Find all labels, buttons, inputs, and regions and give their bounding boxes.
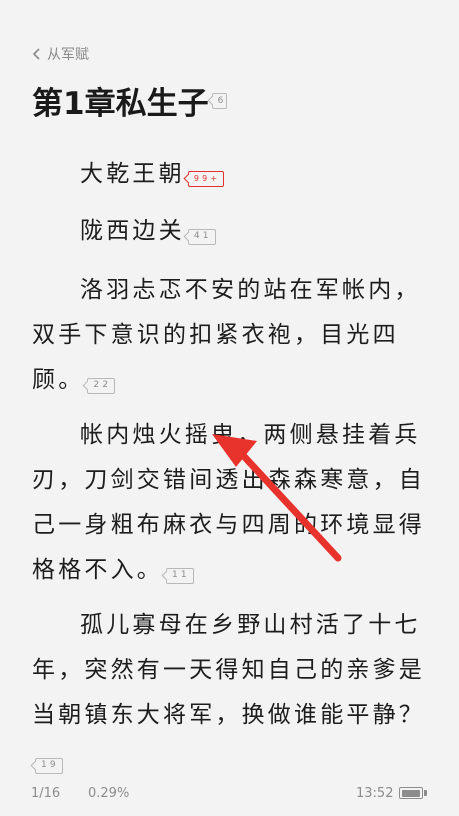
paragraph: 孤儿寡母在乡野山村活了十七年，突然有一天得知自己的亲爹是当朝镇东大将军，换做谁能… [32, 603, 432, 783]
battery-level [401, 789, 420, 797]
chapter-comment-badge[interactable]: 6 [211, 92, 228, 109]
paragraph-comment-badge[interactable]: 41 [187, 228, 216, 245]
page-indicator: 1/16 [31, 786, 61, 801]
paragraph: 洛羽忐忑不安的站在军帐内，双手下意识的扣紧衣袍，目光四顾。 22 [32, 268, 432, 403]
paragraph-text: 陇西边关 [80, 218, 185, 244]
chapter-title: 第1章私生子 [32, 86, 209, 122]
paragraph-text: 洛羽忐忑不安的站在军帐内，双手下意识的扣紧衣袍，目光四顾。 [32, 277, 421, 393]
paragraph-text: 帐内烛火摇曳，两侧悬挂着兵刃，刀剑交错间透出森森寒意，自己一身粗布麻衣与四周的环… [32, 422, 425, 583]
clock: 13:52 [356, 786, 394, 801]
chevron-left-icon [32, 48, 40, 60]
battery-tip [424, 790, 427, 796]
chapter-title-row: 第1章私生子 6 [32, 78, 228, 123]
paragraph-comment-badge[interactable]: 11 [166, 567, 194, 584]
paragraph: 帐内烛火摇曳，两侧悬挂着兵刃，刀剑交错间透出森森寒意，自己一身粗布麻衣与四周的环… [32, 413, 432, 593]
back-button[interactable]: 从军赋 [32, 43, 89, 65]
paragraph-text: 大乾王朝 [80, 161, 185, 187]
paragraph-comment-badge[interactable]: 22 [87, 377, 116, 394]
battery-icon [399, 787, 423, 799]
paragraph-comment-badge[interactable]: 19 [35, 757, 63, 774]
paragraph-comment-badge-hot[interactable]: 99+ [187, 170, 225, 187]
paragraph: 陇西边关 41 [32, 209, 432, 254]
status-footer: 1/16 0.29% 13:52 [0, 782, 459, 806]
paragraph: 大乾王朝 99+ [32, 152, 432, 197]
paragraph-text: 孤儿寡母在乡野山村活了十七年，突然有一天得知自己的亲爹是当朝镇东大将军，换做谁能… [32, 612, 425, 728]
reading-progress: 0.29% [88, 786, 130, 801]
back-label: 从军赋 [47, 47, 89, 63]
